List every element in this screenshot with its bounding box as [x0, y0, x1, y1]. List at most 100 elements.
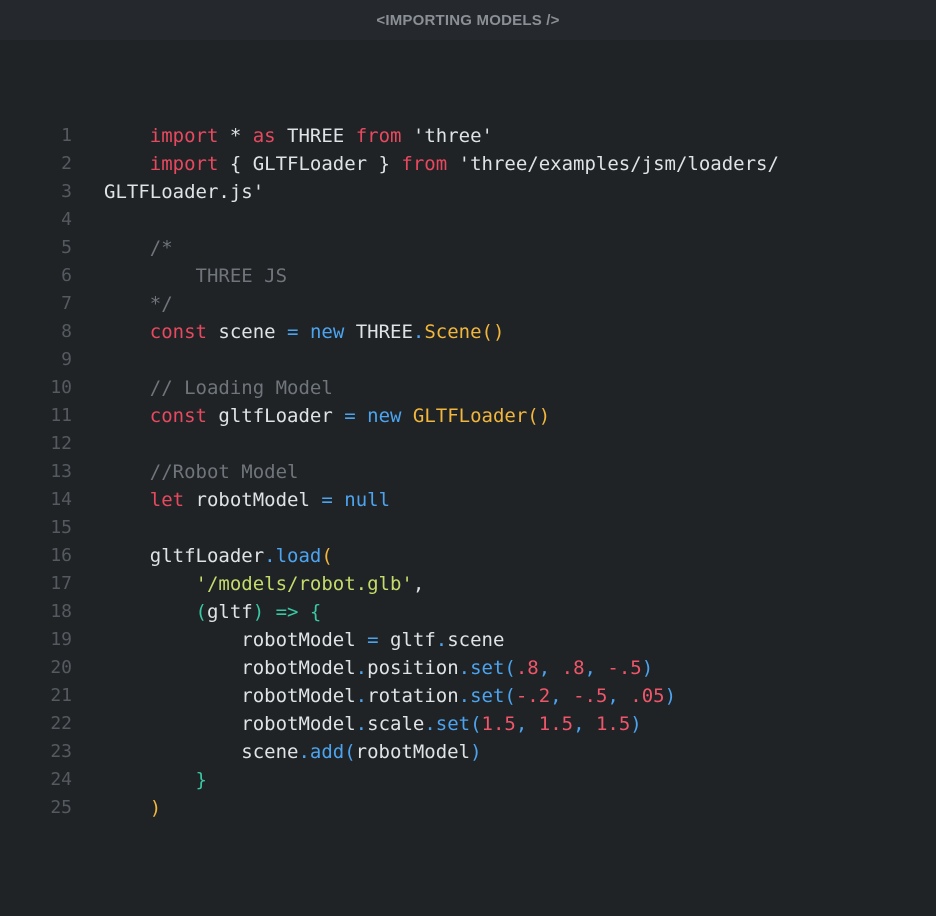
code-line: 11 const gltfLoader = new GLTFLoader(): [0, 402, 936, 430]
code-token: =: [367, 629, 379, 651]
code-line: 12: [0, 430, 936, 458]
code-line: 10 // Loading Model: [0, 374, 936, 402]
code-token: THREE: [344, 321, 413, 343]
code-token: { GLTFLoader }: [218, 153, 402, 175]
code-text: robotModel.scale.set(1.5, 1.5, 1.5): [104, 710, 641, 738]
code-line: 7 */: [0, 290, 936, 318]
code-token: robotModel: [184, 489, 322, 511]
code-token: scene: [206, 321, 288, 343]
code-token: GLTFLoader.js': [104, 181, 265, 203]
code-line: 15: [0, 514, 936, 542]
code-token: .: [412, 321, 425, 343]
code-token: ,: [515, 713, 539, 735]
code-text: '/models/robot.glb',: [104, 570, 425, 598]
line-number: 11: [50, 405, 72, 426]
code-token: // Loading Model: [104, 377, 333, 399]
code-text: /*: [104, 234, 173, 262]
code-editor[interactable]: 1 import * as THREE from 'three' 2 import…: [0, 40, 936, 822]
code-token: ) => {: [252, 601, 322, 623]
code-token: =: [344, 405, 356, 427]
code-token: GLTFLoader(): [412, 405, 551, 427]
code-token: .set(: [458, 657, 516, 679]
code-token: '/models/robot.glb': [104, 573, 413, 595]
line-number: 8: [61, 321, 72, 342]
code-text: robotModel = gltf.scene: [104, 626, 504, 654]
code-line: 14 let robotModel = null: [0, 486, 936, 514]
line-number: 20: [50, 657, 72, 678]
code-token: 1.5: [481, 713, 516, 735]
code-token: scene: [447, 629, 505, 651]
line-number: 25: [50, 797, 72, 818]
code-text: (gltf) => {: [104, 598, 322, 626]
line-number: 10: [50, 377, 72, 398]
code-text: let robotModel = null: [104, 486, 390, 514]
line-number: 4: [61, 209, 72, 230]
code-token: ): [664, 685, 677, 707]
code-line: 9: [0, 346, 936, 374]
line-number: 21: [50, 685, 72, 706]
line-number: 3: [61, 181, 72, 202]
code-token: -.2: [515, 685, 551, 707]
code-line: 16 gltfLoader.load(: [0, 542, 936, 570]
window-title: <IMPORTING MODELS />: [376, 11, 560, 29]
line-number: 22: [50, 713, 72, 734]
line-number: 5: [61, 237, 72, 258]
code-line: 19 robotModel = gltf.scene: [0, 626, 936, 654]
code-token: ,: [550, 685, 574, 707]
code-text: import { GLTFLoader } from 'three/exampl…: [104, 150, 779, 178]
code-line: 4: [0, 206, 936, 234]
code-token: .: [355, 685, 368, 707]
code-token: as: [252, 125, 276, 147]
code-token: ,: [584, 657, 608, 679]
code-token: ): [104, 797, 162, 819]
line-number: 15: [50, 517, 72, 538]
line-number: 1: [61, 125, 72, 146]
line-number: 19: [50, 629, 72, 650]
code-text: robotModel.position.set(.8, .8, -.5): [104, 654, 653, 682]
code-token: robotModel: [104, 713, 356, 735]
code-token: =: [321, 489, 333, 511]
code-token: import: [104, 153, 219, 175]
window-titlebar: <IMPORTING MODELS />: [0, 0, 936, 40]
code-line: 1 import * as THREE from 'three': [0, 122, 936, 150]
code-token: 'three': [401, 125, 493, 147]
code-token: ): [641, 657, 654, 679]
code-token: .add(: [298, 741, 356, 763]
code-token: robotModel: [104, 685, 356, 707]
code-line: 2 import { GLTFLoader } from 'three/exam…: [0, 150, 936, 178]
code-token: scale: [367, 713, 425, 735]
code-token: 1.5: [538, 713, 574, 735]
code-token: .8: [561, 657, 585, 679]
code-token: .: [355, 713, 368, 735]
code-token: (: [104, 601, 207, 623]
code-token: */: [104, 293, 173, 315]
code-token: -.5: [607, 657, 642, 679]
code-token: let: [104, 489, 185, 511]
code-line: 5 /*: [0, 234, 936, 262]
code-text: ): [104, 794, 161, 822]
code-text: const gltfLoader = new GLTFLoader(): [104, 402, 550, 430]
code-token: /*: [104, 237, 173, 259]
code-token: ,: [607, 685, 631, 707]
code-text: robotModel.rotation.set(-.2, -.5, .05): [104, 682, 676, 710]
code-token: THREE: [275, 125, 356, 147]
code-token: THREE JS: [104, 265, 288, 287]
code-token: .set(: [424, 713, 482, 735]
code-token: .8: [515, 657, 539, 679]
code-token: gltf: [378, 629, 436, 651]
code-token: const: [104, 321, 207, 343]
code-token: //Robot Model: [104, 461, 299, 483]
code-line: 8 const scene = new THREE.Scene(): [0, 318, 936, 346]
code-text: }: [104, 766, 207, 794]
code-token: ,: [412, 573, 425, 595]
code-text: GLTFLoader.js': [104, 178, 264, 206]
code-token: *: [218, 125, 253, 147]
code-token: rotation: [367, 685, 459, 707]
code-token: from: [355, 125, 402, 147]
code-token: gltfLoader: [104, 545, 265, 567]
code-line: 24 }: [0, 766, 936, 794]
code-token: import: [104, 125, 219, 147]
code-token: =: [287, 321, 299, 343]
